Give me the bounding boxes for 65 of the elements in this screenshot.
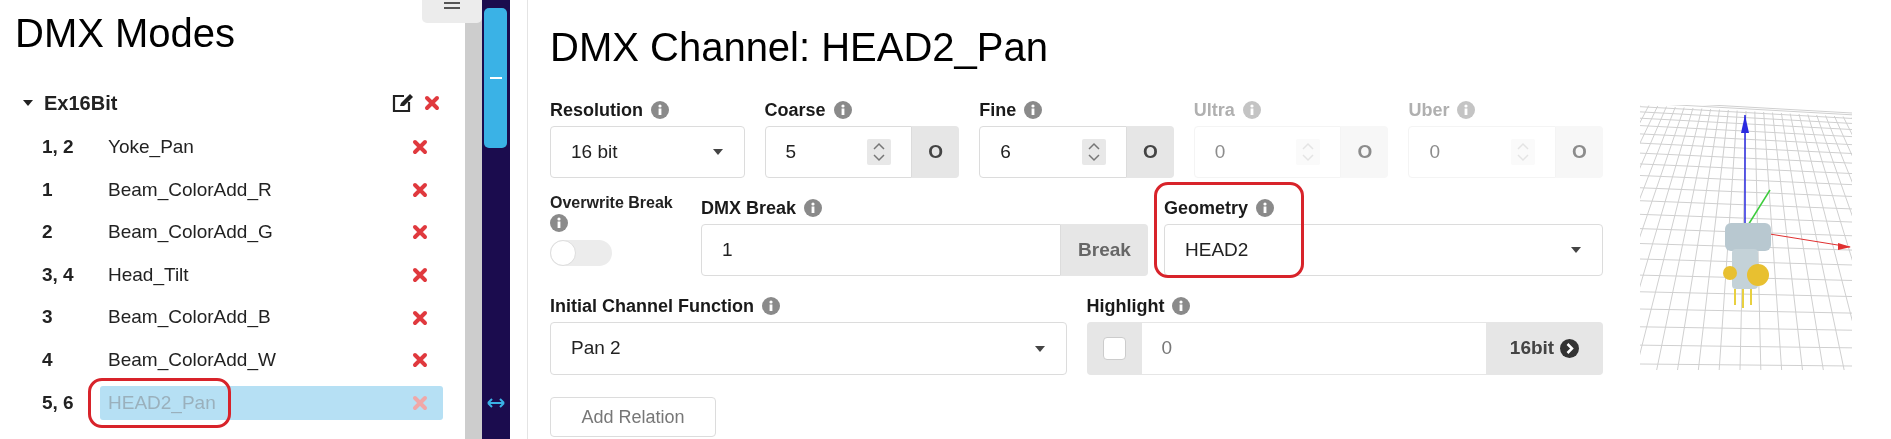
delete-icon[interactable] xyxy=(412,139,428,156)
dropdown-caret-icon xyxy=(711,148,724,156)
channel-number: 3, 4 xyxy=(42,262,75,287)
edit-icon[interactable] xyxy=(392,93,414,113)
add-relation-button[interactable]: Add Relation xyxy=(550,397,716,437)
field-label: Coarse xyxy=(764,98,826,122)
channel-item[interactable]: Yoke_Pan xyxy=(100,130,443,165)
info-icon xyxy=(1256,199,1275,217)
menu-button[interactable] xyxy=(422,0,482,23)
field-label: Ultra xyxy=(1193,98,1235,122)
info-icon xyxy=(1172,297,1191,315)
dropdown[interactable]: Pan 2 xyxy=(550,322,1067,375)
info-icon xyxy=(651,101,669,119)
menu-icon xyxy=(444,2,460,12)
field-label: DMX Break xyxy=(701,196,797,220)
field-label: Highlight xyxy=(1086,294,1165,318)
channel-item[interactable]: Beam_ColorAdd_R xyxy=(100,172,443,207)
field-label: Fine xyxy=(979,98,1017,122)
info-icon xyxy=(804,199,823,217)
dropdown[interactable]: 16 bit xyxy=(550,126,745,178)
spinner-icon[interactable] xyxy=(1081,139,1106,165)
channel-number: 1 xyxy=(42,177,54,202)
delete-icon[interactable] xyxy=(412,181,428,198)
sidebar-title: DMX Modes xyxy=(14,10,237,57)
text-field[interactable]: 0 xyxy=(1141,322,1486,375)
channel-number: 2 xyxy=(42,220,54,245)
delete-icon[interactable] xyxy=(412,352,428,369)
channel-number: 4 xyxy=(42,348,54,372)
channel-item[interactable]: Beam_ColorAdd_G xyxy=(100,215,443,250)
info-icon xyxy=(550,214,568,232)
dropdown-caret-icon xyxy=(1570,246,1582,254)
field-label: Uber xyxy=(1408,98,1450,122)
field-label: Initial Channel Function xyxy=(550,294,754,318)
channel-item[interactable]: Beam_ColorAdd_W xyxy=(100,343,443,378)
expand-caret-icon[interactable] xyxy=(22,99,34,107)
mode-name[interactable]: Ex16Bit xyxy=(44,88,392,118)
info-icon xyxy=(1457,101,1476,119)
text-field[interactable]: 1 xyxy=(701,224,1061,276)
chevron-right-icon xyxy=(1560,339,1580,358)
delete-icon[interactable] xyxy=(412,267,428,284)
toggle-switch[interactable] xyxy=(550,240,612,266)
channel-number: 1, 2 xyxy=(42,135,75,160)
resolution-button[interactable]: 16bit xyxy=(1486,322,1603,375)
info-icon xyxy=(762,297,780,315)
field-label: Resolution xyxy=(550,98,643,122)
delete-icon[interactable] xyxy=(412,309,428,326)
dropdown[interactable]: HEAD2 xyxy=(1164,224,1603,276)
field-label: Overwrite Break xyxy=(550,193,674,213)
channel-number: 3 xyxy=(42,305,54,330)
break-button[interactable]: Break xyxy=(1061,224,1148,276)
resize-icon[interactable] xyxy=(487,398,505,408)
dropdown-caret-icon xyxy=(1033,344,1046,353)
info-icon xyxy=(1024,101,1043,119)
delete-icon[interactable] xyxy=(424,95,440,111)
channel-number: 5, 6 xyxy=(42,390,75,415)
scroll-handle[interactable] xyxy=(484,8,507,148)
channel-item[interactable]: Beam_ColorAdd_B xyxy=(100,300,443,335)
channel-item[interactable]: Head_Tilt xyxy=(100,258,443,293)
field-label: Geometry xyxy=(1164,196,1249,220)
checkbox[interactable] xyxy=(1102,337,1126,360)
info-icon xyxy=(1242,101,1261,119)
delete-icon[interactable] xyxy=(412,224,428,241)
info-icon xyxy=(833,101,852,119)
spinner-icon[interactable] xyxy=(867,139,892,165)
page-title: DMX Channel: HEAD2_Pan xyxy=(550,24,1050,70)
